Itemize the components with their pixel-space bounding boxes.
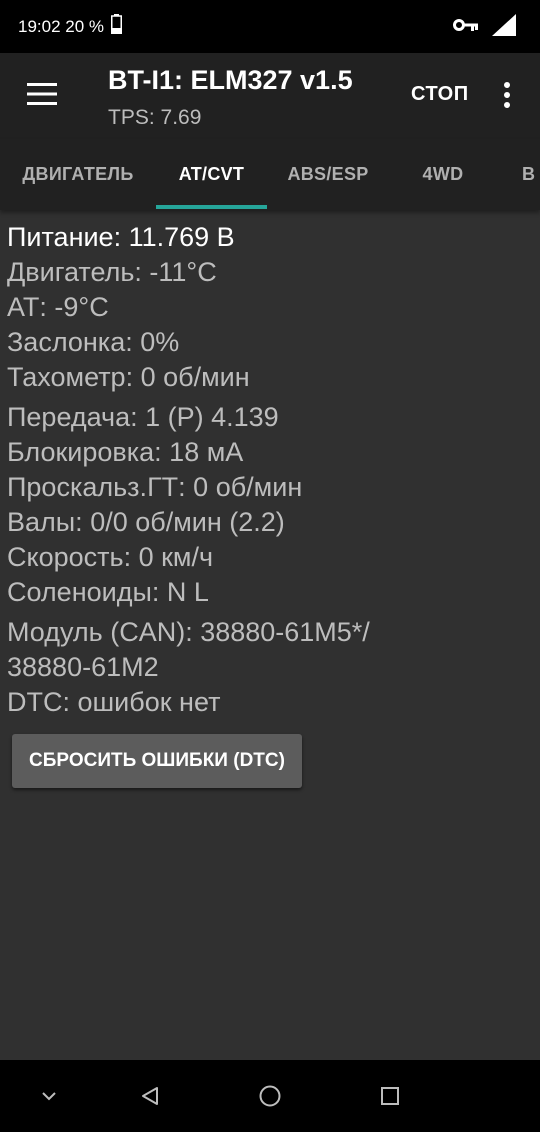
at-temp-reading: АТ: -9°C <box>7 292 109 322</box>
battery-icon <box>111 14 122 34</box>
status-time-battery: 19:02 20 % <box>18 17 105 36</box>
tab-4wd[interactable]: 4WD <box>394 139 492 210</box>
back-icon[interactable] <box>139 1085 161 1107</box>
app-subtitle: TPS: 7.69 <box>108 106 202 129</box>
tachometer-reading: Тахометр: 0 об/мин <box>7 362 250 392</box>
solenoids-reading: Соленоиды: N L <box>7 577 209 607</box>
stop-button[interactable]: СТОП <box>404 83 476 106</box>
menu-icon[interactable] <box>27 83 57 105</box>
speed-reading: Скорость: 0 км/ч <box>7 542 214 572</box>
app-title: BT-I1: ELM327 v1.5 <box>108 65 353 95</box>
tab-next[interactable]: В <box>522 139 540 210</box>
tab-at-cvt[interactable]: AT/CVT <box>156 139 267 210</box>
power-reading: Питание: 11.769 В <box>7 222 235 252</box>
recents-icon[interactable] <box>380 1086 400 1106</box>
tab-engine[interactable]: ДВИГАТЕЛЬ <box>4 139 152 210</box>
gear-reading: Передача: 1 (P) 4.139 <box>7 402 279 432</box>
shafts-reading: Валы: 0/0 об/мин (2.2) <box>7 507 285 537</box>
slip-reading: Проскальз.ГТ: 0 об/мин <box>7 472 303 502</box>
navigation-bar <box>0 1060 540 1132</box>
lockup-reading: Блокировка: 18 мА <box>7 437 244 467</box>
overflow-menu-icon[interactable] <box>499 81 515 109</box>
signal-icon <box>492 14 516 36</box>
throttle-reading: Заслонка: 0% <box>7 327 180 357</box>
engine-temp-reading: Двигатель: -11°C <box>7 257 217 287</box>
status-bar: 19:02 20 % <box>0 0 540 53</box>
home-icon[interactable] <box>258 1084 282 1108</box>
reset-dtc-button[interactable]: СБРОСИТЬ ОШИБКИ (DTC) <box>12 734 302 788</box>
tab-bar: ДВИГАТЕЛЬ AT/CVT ABS/ESP 4WD В <box>0 139 540 210</box>
key-icon <box>453 19 478 31</box>
collapse-chevron-icon[interactable] <box>40 1090 58 1102</box>
active-tab-indicator <box>156 205 267 209</box>
module-reading-line1: Модуль (CAN): 38880-61M5*/ <box>7 617 370 647</box>
tab-abs-esp[interactable]: ABS/ESP <box>272 139 384 210</box>
module-reading-line2: 38880-61M2 <box>7 652 159 682</box>
readings-panel: Питание: 11.769 В Двигатель: -11°C АТ: -… <box>7 220 537 720</box>
app-toolbar: BT-I1: ELM327 v1.5 TPS: 7.69 СТОП <box>0 53 540 139</box>
dtc-reading: DTC: ошибок нет <box>7 687 221 717</box>
